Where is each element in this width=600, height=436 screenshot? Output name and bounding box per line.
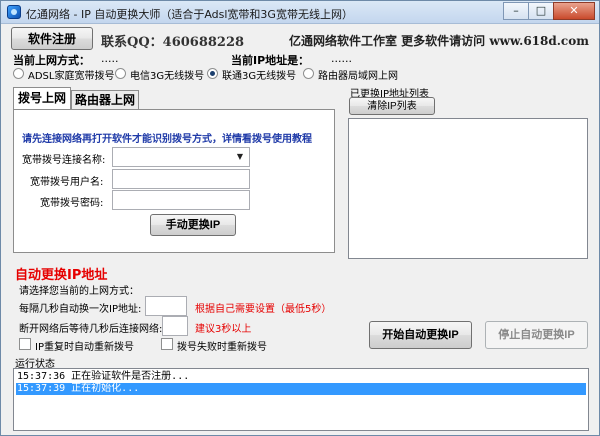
choose-mode-label: 请选择您当前的上网方式： <box>19 286 139 297</box>
interval-label: 每隔几秒自动换一次IP地址: <box>19 304 142 315</box>
radio-unicom-3g[interactable] <box>207 68 218 79</box>
radio-telecom-3g[interactable] <box>115 68 126 79</box>
log-line: 15:37:39 正在初始化... <box>16 383 586 395</box>
password-label: 宽带拨号密码: <box>40 198 104 209</box>
dial-up-panel: 请先连接网络再打开软件才能识别拨号方式，详情看拨号使用教程 宽带拨号连接名称: … <box>13 109 335 253</box>
app-window: 亿通网络 - IP 自动更换大师（适合于Adsl宽带和3G宽带无线上网） – □… <box>0 0 600 436</box>
chevron-down-icon[interactable]: ▼ <box>233 150 247 164</box>
tab-router[interactable]: 路由器上网 <box>71 90 139 109</box>
tab-dial-up[interactable]: 拨号上网 <box>13 87 71 109</box>
reconnect-input[interactable] <box>162 316 188 336</box>
reconnect-hint: 建议3秒以上 <box>195 324 252 335</box>
maximize-button[interactable]: □ <box>528 2 554 20</box>
interval-hint: 根据自己需要设置（最低5秒） <box>195 304 332 315</box>
window-controls: – □ ✕ <box>503 2 595 20</box>
interval-input[interactable] <box>145 296 187 316</box>
check-ip-repeat-label: IP重复时自动重新拨号 <box>35 342 134 353</box>
radio-adsl-label: ADSL家庭宽带拨号 <box>28 71 115 82</box>
radio-telecom-3g-label: 电信3G无线拨号 <box>130 71 205 82</box>
title-bar[interactable]: 亿通网络 - IP 自动更换大师（适合于Adsl宽带和3G宽带无线上网） – □… <box>1 1 599 24</box>
window-title: 亿通网络 - IP 自动更换大师（适合于Adsl宽带和3G宽带无线上网） <box>26 8 353 21</box>
radio-adsl[interactable] <box>13 68 24 79</box>
conn-name-label: 宽带拨号连接名称: <box>22 155 106 166</box>
log-line: 15:37:36 正在验证软件是否注册... <box>17 371 190 382</box>
contact-qq: 联系QQ：460688228 <box>101 35 245 50</box>
auto-title: 自动更换IP地址 <box>15 268 108 283</box>
username-label: 宽带拨号用户名: <box>30 177 104 188</box>
ip-list-box[interactable] <box>348 118 588 259</box>
app-logo-icon <box>7 5 21 19</box>
conn-name-combo[interactable]: ▼ <box>112 147 250 167</box>
manual-change-ip-button[interactable]: 手动更换IP <box>150 214 236 236</box>
promo-text: 亿通网络软件工作室 更多软件请访问 www.618d.com <box>289 34 589 48</box>
radio-router-lan-label: 路由器局域网上网 <box>318 71 398 82</box>
start-auto-change-button[interactable]: 开始自动更换IP <box>369 321 472 349</box>
password-input[interactable] <box>112 190 250 210</box>
clear-ip-list-button[interactable]: 清除IP列表 <box>349 97 435 115</box>
register-button[interactable]: 软件注册 <box>11 27 93 50</box>
dial-notice: 请先连接网络再打开软件才能识别拨号方式，详情看拨号使用教程 <box>22 134 312 145</box>
minimize-button[interactable]: – <box>503 2 529 20</box>
current-ip-label: 当前IP地址是： <box>231 54 310 67</box>
check-ip-repeat[interactable] <box>19 338 31 350</box>
check-dial-fail-label: 拨号失败时重新拨号 <box>177 342 267 353</box>
stop-auto-change-button[interactable]: 停止自动更换IP <box>485 321 588 349</box>
close-button[interactable]: ✕ <box>553 2 595 20</box>
reconnect-label: 断开网络后等待几秒后连接网络: <box>19 324 163 335</box>
radio-router-lan[interactable] <box>303 68 314 79</box>
status-log[interactable]: 15:37:36 正在验证软件是否注册... 15:37:39 正在初始化... <box>13 368 589 431</box>
username-input[interactable] <box>112 169 250 189</box>
check-dial-fail[interactable] <box>161 338 173 350</box>
current-mode-label: 当前上网方式： <box>13 54 90 67</box>
radio-unicom-3g-label: 联通3G无线拨号 <box>222 71 297 82</box>
current-mode-value: ..... <box>101 52 119 65</box>
current-ip-value: ...... <box>331 52 352 65</box>
